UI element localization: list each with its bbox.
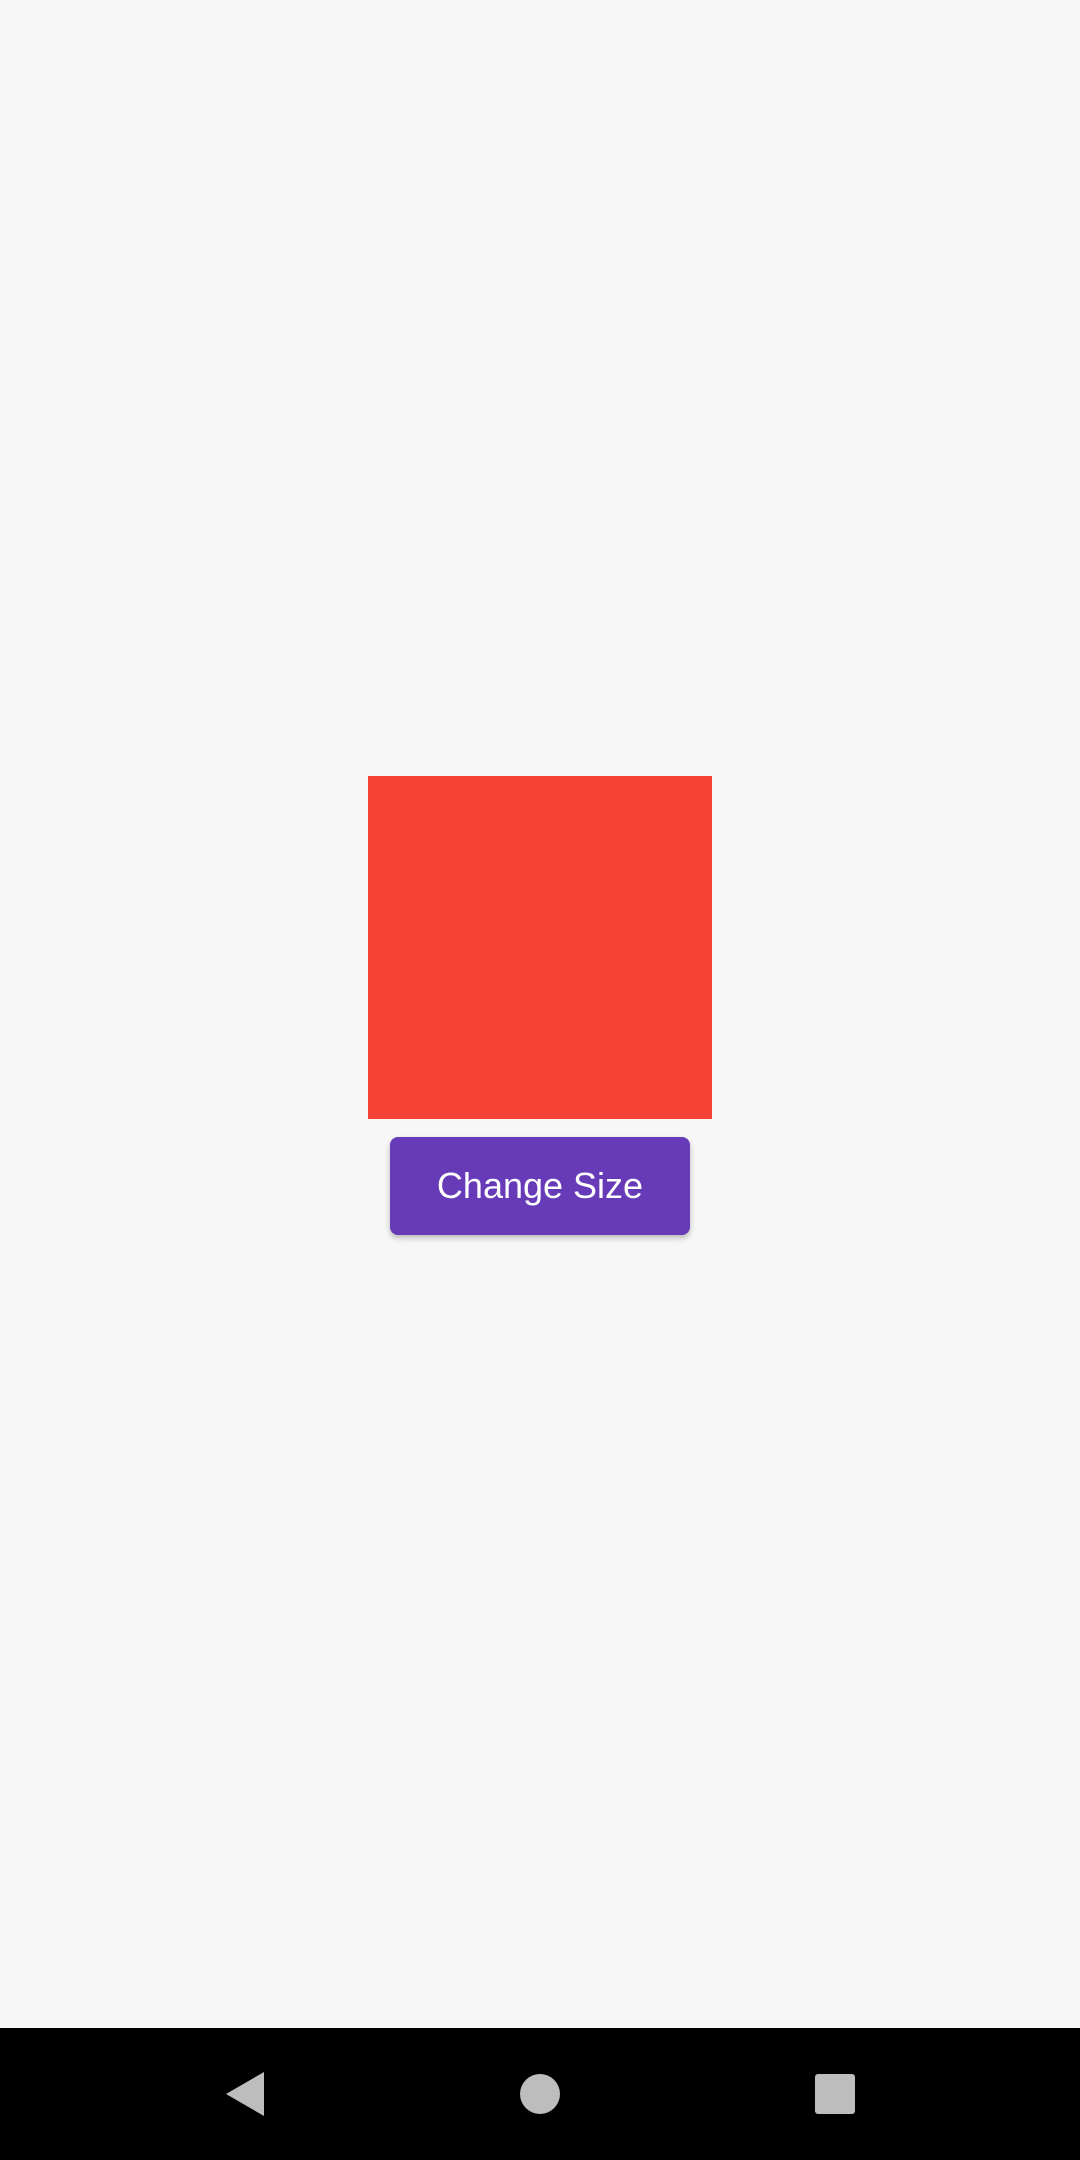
change-size-button[interactable]: Change Size xyxy=(390,1137,690,1235)
home-button[interactable] xyxy=(480,2028,600,2160)
status-bar xyxy=(0,0,1080,40)
back-button[interactable] xyxy=(185,2028,305,2160)
back-icon xyxy=(226,2072,264,2116)
home-icon xyxy=(520,2074,560,2114)
recents-button[interactable] xyxy=(775,2028,895,2160)
recents-icon xyxy=(815,2074,855,2114)
main-content: Change Size xyxy=(0,40,1080,2028)
red-square xyxy=(368,776,712,1119)
navigation-bar xyxy=(0,2028,1080,2160)
